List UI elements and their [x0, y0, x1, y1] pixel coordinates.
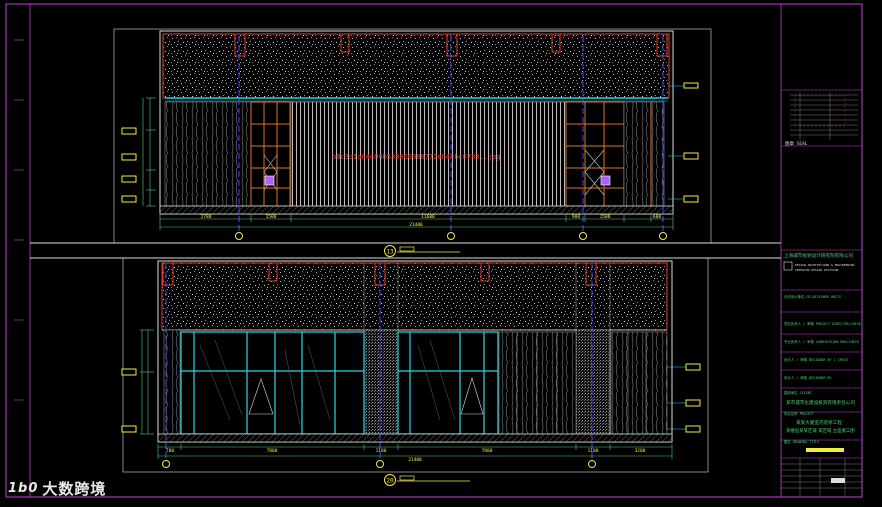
upper-section-number: 13 [386, 249, 394, 256]
lower-dim-6: 3200 [635, 448, 646, 454]
watermark: 1b0 大数跨境 [8, 478, 106, 499]
lower-dim-3: 1100 [376, 448, 387, 454]
upper-dim-3: 11600 [421, 214, 435, 220]
lower-ceiling-speckle [161, 262, 668, 331]
field-subdivision-mgr: 专业负责人 / 审核 SUBDIVISION MGR/CHECK [784, 339, 860, 344]
lower-left-tags [121, 368, 137, 433]
upper-overlay-filename: b0c3d1a64e04b530060088772eb4ebc0783..jpg [332, 153, 501, 161]
upper-right-shelf [565, 101, 625, 207]
upper-dim-6: 600 [653, 214, 661, 220]
upper-dim-total: 21400 [409, 222, 423, 228]
watermark-text: 大数跨境 [42, 480, 107, 498]
project-value-2: 某楼层某某区域 某区域 立面施工图 [786, 427, 855, 434]
field-co-designer: 合作设计单位 CO-DESIGNER UNITS [784, 294, 841, 299]
upper-left-tags [121, 127, 137, 203]
lower-wood-panels-1 [498, 331, 577, 435]
upper-grid-bubbles [235, 232, 667, 240]
left-margin-marks [14, 39, 24, 401]
lower-section-number: 20 [386, 478, 394, 485]
lower-left-dims [140, 329, 154, 435]
upper-dim-5: 1500 [600, 214, 611, 220]
lower-wood-panels-2 [610, 331, 668, 435]
company-en-1: DESIGN ARCHITECTURE & ENGINEERING [795, 263, 855, 267]
upper-dim-2: 1500 [266, 214, 277, 220]
field-designer-check: 设计人 / 审核 DESIGNER BY / CHECK [784, 357, 849, 362]
lower-mid-pillar [363, 329, 399, 435]
lower-dim-4: 7800 [482, 448, 493, 454]
field-designer: 设计人 / 审核 DESIGNER BY [784, 375, 832, 380]
lower-elevation: 780 7800 1100 7800 1100 3200 21400 20 [121, 257, 709, 486]
lower-floor [157, 433, 673, 443]
upper-right-wood-panel [623, 101, 665, 207]
upper-dim-1: 2780 [201, 214, 212, 220]
upper-left-wood-panel [164, 101, 252, 207]
lower-right-tags [685, 363, 701, 433]
lower-grid-bubbles [162, 460, 596, 468]
upper-right-tags [683, 82, 699, 203]
company-en-2: INTERIOR DESIGN DIVISION [795, 268, 839, 272]
field-client: 建设单位 CLIENT [784, 390, 812, 395]
upper-floor [159, 205, 674, 215]
field-drawing-title: 图名 DRAWING TITLE [784, 439, 819, 444]
seal-label: 图章 SEAL [785, 140, 808, 147]
lower-right-pillar [575, 329, 611, 435]
lower-dim-2: 7800 [267, 448, 278, 454]
lower-dim-1: 780 [166, 448, 174, 454]
lower-dim-5: 1100 [588, 448, 599, 454]
field-project-director: 项目负责人 / 审核 PROJECT DIRECTOR/CHECK [784, 321, 862, 326]
client-value: 某市城市化建设投资有限责任公司 [786, 399, 855, 406]
watermark-logo: 1b0 [8, 481, 39, 496]
project-value-1: 某某大厦室内装修工程 [796, 419, 842, 426]
upper-elevation: 2780 1500 11600 900 1500 600 21400 b0c3d… [113, 28, 712, 257]
cad-drawing-canvas: 2780 1500 11600 900 1500 600 21400 b0c3d… [5, 3, 863, 498]
lower-center-glass [397, 331, 499, 435]
lower-left-glass [180, 331, 365, 435]
title-block: 图章 SEAL 上海城市规划设计研究院有限公司 DESIGN ARCHITECT… [781, 89, 862, 497]
upper-dim-4: 900 [572, 214, 580, 220]
upper-left-shelf [250, 101, 291, 207]
field-project: 项目名称 PROJECT [784, 411, 814, 416]
lower-dim-total: 21400 [408, 457, 422, 463]
company-name: 上海城市规划设计研究院有限公司 [784, 252, 853, 259]
upper-left-dims [142, 97, 156, 207]
